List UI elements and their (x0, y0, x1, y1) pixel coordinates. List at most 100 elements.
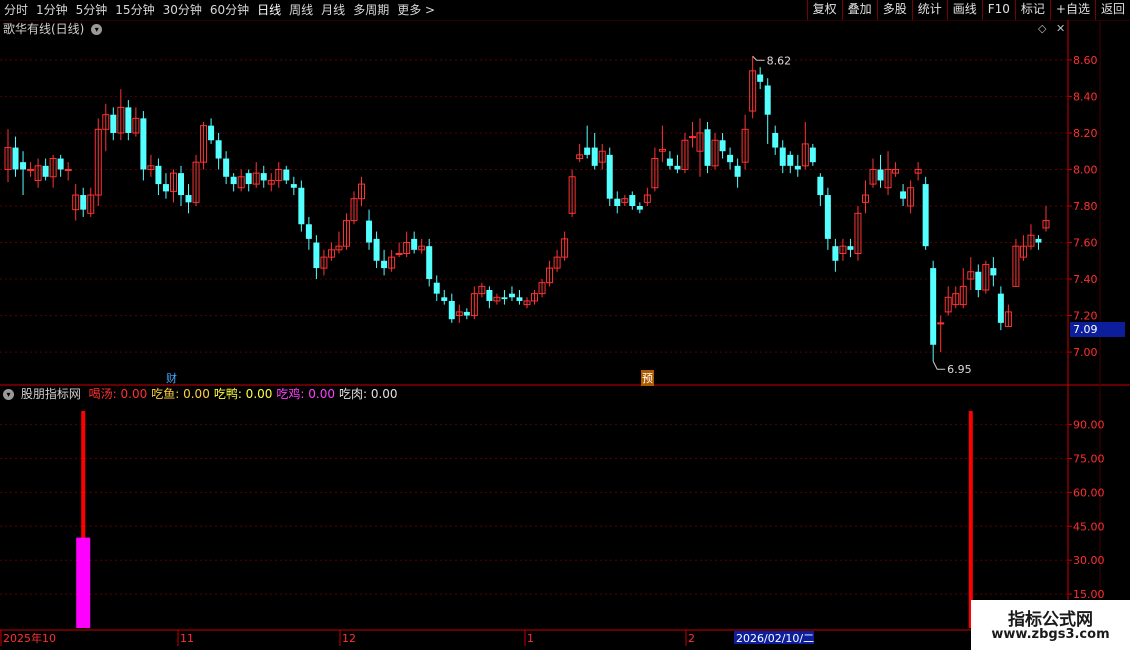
annotation-forecast[interactable]: 预 (641, 370, 654, 386)
annotation-finance[interactable]: 财 (166, 370, 177, 386)
candle-body-down (779, 147, 786, 166)
candle-body-down (245, 173, 252, 185)
candle-body-down (516, 297, 523, 301)
chevron-down-icon[interactable]: ▾ (3, 389, 14, 400)
price-tick-label: 7.80 (1073, 200, 1098, 213)
indicator-bars (76, 411, 973, 628)
candle-body-down (20, 162, 27, 170)
candle-body-down (110, 114, 117, 133)
candle-body-down (629, 195, 636, 206)
main-panel-title-row: 歌华有线(日线) ▾ (3, 21, 103, 37)
candle-body-down (847, 246, 854, 250)
candle-body-down (990, 268, 997, 276)
watermark-logo: 指标公式网 www.zbgs3.com (971, 600, 1130, 650)
date-label: 2 (688, 632, 695, 645)
candle-body-down (787, 154, 794, 166)
indicator-legend: 喝汤: 0.00 吃鱼: 0.00 吃鸭: 0.00 吃鸡: 0.00 吃肉: 0.00 (85, 387, 398, 401)
candle-body-down (441, 297, 448, 301)
candle-body-down (1035, 238, 1042, 243)
candle-body-down (930, 268, 937, 345)
candle-body-down (508, 293, 515, 298)
current-price-tag: 7.09 (1070, 322, 1125, 337)
legend-item-2: 吃鸭: 0.00 (213, 387, 273, 401)
candle-body-up (395, 252, 403, 255)
candle-body-down (12, 147, 19, 170)
high-price-label: 8.62 (767, 54, 792, 67)
candle-body-down (734, 165, 741, 177)
candle-body-down (636, 206, 643, 210)
close-icon[interactable]: ✕ (1056, 22, 1065, 35)
candle-body-down (463, 311, 470, 316)
candle-body-down (381, 260, 388, 269)
candle-body-down (125, 107, 132, 133)
stock-chart[interactable]: 7.007.207.407.607.808.008.208.408.6015.0… (0, 0, 1130, 650)
candle-body-down (80, 195, 87, 210)
candle-body-down (606, 154, 613, 199)
candle-body-down (591, 147, 598, 166)
price-tick-label: 8.60 (1073, 54, 1098, 67)
date-label: 11 (180, 632, 194, 645)
low-leader (932, 360, 946, 370)
diamond-icon[interactable]: ◇ (1038, 22, 1046, 35)
candle-body-down (817, 176, 824, 196)
chevron-down-icon[interactable]: ▾ (91, 24, 103, 35)
date-label: 2025年10 (3, 631, 56, 645)
legend-item-3: 吃鸡: 0.00 (276, 387, 335, 401)
candle-body-down (501, 297, 508, 300)
indicator-title: 股朋指标网 (20, 387, 81, 401)
price-tick-label: 7.60 (1073, 237, 1098, 250)
candle-body-down (366, 220, 373, 243)
indicator-tick-label: 30.00 (1073, 554, 1105, 567)
candle-body-up (27, 168, 35, 171)
candle-body-down (313, 242, 320, 269)
candle-body-down (719, 140, 726, 152)
signal-bar-line (968, 411, 973, 628)
indicator-tick-label: 75.00 (1073, 453, 1105, 466)
indicator-tick-label: 60.00 (1073, 486, 1105, 499)
candle-body-down (764, 85, 771, 115)
signal-bar-block (76, 537, 91, 628)
candle-body-down (584, 147, 591, 155)
price-tick-label: 8.20 (1073, 127, 1098, 140)
candle-body-down (727, 154, 734, 163)
candle-body-down (426, 246, 433, 280)
candle-body-down (283, 169, 290, 181)
candle-body-down (877, 169, 884, 181)
candle-body-down (298, 187, 305, 225)
price-tick-label: 8.40 (1073, 90, 1098, 103)
candle-body-down (290, 184, 297, 188)
candle-body-up (688, 136, 696, 139)
candle-body-down (208, 125, 215, 141)
candle-body-down (305, 224, 312, 239)
candle-body-down (411, 238, 418, 250)
date-label: 12 (342, 632, 356, 645)
price-tick-label: 8.00 (1073, 163, 1098, 176)
price-tick-label: 7.40 (1073, 273, 1098, 286)
candle-body-down (704, 129, 711, 166)
candle-body-down (666, 158, 673, 166)
indicator-tick-label: 90.00 (1073, 419, 1105, 432)
grid-lines (0, 59, 1068, 595)
candle-body-down (448, 300, 455, 320)
date-label: 1 (527, 632, 534, 645)
current-price-label: 7.09 (1073, 323, 1098, 336)
axes (0, 20, 1130, 646)
candle-body-down (178, 173, 184, 196)
candle-body-down (140, 118, 147, 170)
candle-body-up (64, 168, 72, 171)
cursor-date-label: 2026/02/10/二 (736, 632, 814, 645)
annotation-finance-label: 财 (166, 372, 177, 385)
price-tick-label: 7.20 (1073, 310, 1098, 323)
candle-body-down (794, 165, 801, 170)
legend-item-1: 吃鱼: 0.00 (151, 387, 210, 401)
legend-item-0: 喝汤: 0.00 (88, 387, 148, 401)
candle-body-down (824, 195, 831, 239)
candle-body-down (832, 246, 839, 261)
candle-body-down (57, 158, 64, 170)
candle-body-up (937, 322, 945, 325)
candle-body-down (162, 184, 169, 192)
candle-body-down (674, 165, 681, 170)
low-price-label: 6.95 (947, 363, 972, 376)
candle-body-down (614, 198, 621, 206)
candle-body-down (373, 238, 380, 261)
